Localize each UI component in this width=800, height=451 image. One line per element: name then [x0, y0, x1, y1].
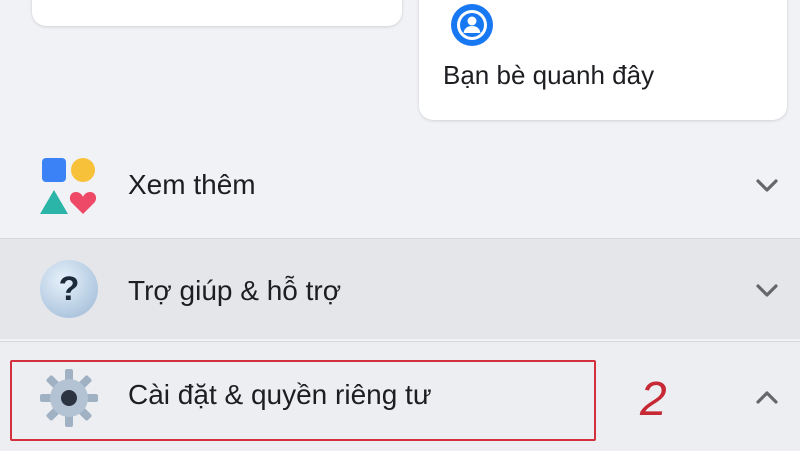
annotation-step-number: 2: [640, 373, 667, 426]
annotation-highlight-box: [10, 360, 596, 441]
shapes-icon: [40, 158, 97, 214]
nearby-friends-icon: [451, 4, 493, 46]
chevron-up-icon[interactable]: [752, 383, 782, 413]
nearby-friends-label: Bạn bè quanh đây: [443, 60, 655, 90]
nearby-friends-card[interactable]: Bạn bè quanh đây: [419, 0, 787, 120]
svg-text:?: ?: [59, 270, 80, 308]
chevron-down-icon[interactable]: [752, 275, 782, 305]
menu-item-see-more-label: Xem thêm: [128, 169, 256, 200]
chevron-down-icon[interactable]: [752, 170, 782, 200]
menu-item-settings-privacy[interactable]: Cài đặt & quyền riêng tư 2: [0, 341, 800, 451]
menu-item-help-support[interactable]: ? Trợ giúp & hỗ trợ: [0, 238, 800, 339]
menu-item-see-more[interactable]: Xem thêm: [0, 136, 800, 236]
shortcut-card-left[interactable]: [32, 0, 402, 26]
menu-item-help-support-label: Trợ giúp & hỗ trợ: [128, 275, 342, 306]
question-icon: ?: [40, 260, 98, 318]
